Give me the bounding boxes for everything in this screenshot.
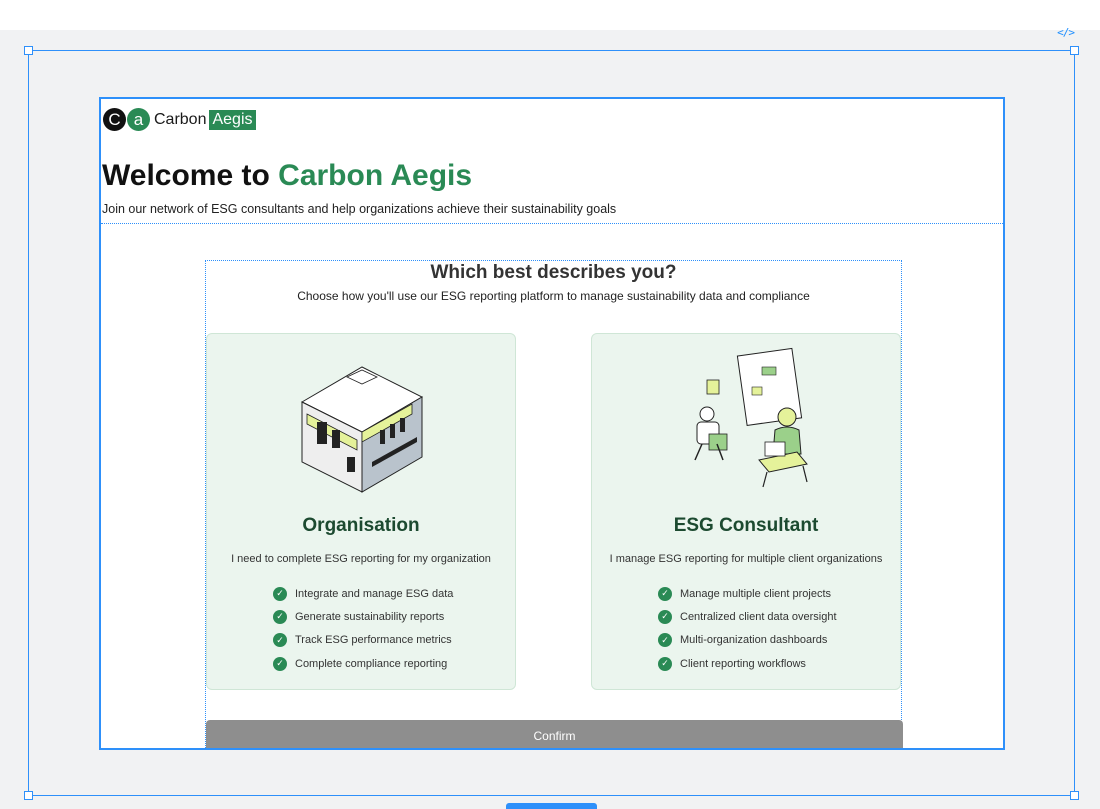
logo-carbon-text: Carbon (154, 110, 207, 128)
logo-a-mark: a (127, 108, 150, 131)
feature-list: ✓ Manage multiple client projects ✓ Centra… (592, 582, 900, 675)
feature-label: Centralized client data oversight (680, 610, 837, 623)
feature-label: Multi-organization dashboards (680, 634, 828, 647)
page-canvas: C a Carbon Aegis Welcome to Carbon Aegis… (99, 97, 1005, 750)
check-circle-icon: ✓ (273, 633, 287, 648)
page-title: Welcome to Carbon Aegis (102, 159, 472, 193)
feature-item: ✓ Track ESG performance metrics (207, 629, 515, 652)
welcome-header: C a Carbon Aegis Welcome to Carbon Aegis… (101, 99, 1003, 224)
feature-label: Complete compliance reporting (295, 657, 448, 670)
organisation-card[interactable]: Organisation I need to complete ESG repo… (206, 333, 516, 690)
check-circle-icon: ✓ (658, 609, 672, 624)
role-selector: Which best describes you? Choose how you… (205, 260, 903, 748)
resize-handle-bottom-right[interactable] (1070, 791, 1079, 800)
question-subtitle: Choose how you'll use our ESG reporting … (297, 289, 810, 303)
frame-label-tab[interactable] (506, 803, 597, 809)
check-circle-icon: ✓ (658, 633, 672, 648)
resize-handle-top-right[interactable] (1070, 46, 1079, 55)
feature-item: ✓ Manage multiple client projects (592, 582, 900, 605)
esg-consultant-card[interactable]: ESG Consultant I manage ESG reporting fo… (591, 333, 901, 690)
resize-handle-bottom-left[interactable] (24, 791, 33, 800)
resize-handle-top-left[interactable] (24, 46, 33, 55)
logo-aegis-text: Aegis (209, 109, 256, 130)
building-illustration (300, 366, 424, 493)
logo-c-mark: C (103, 108, 126, 131)
feature-label: Track ESG performance metrics (295, 634, 452, 647)
check-circle-icon: ✓ (658, 586, 672, 601)
feature-item: ✓ Complete compliance reporting (207, 652, 515, 675)
top-strip (0, 0, 1100, 30)
confirm-button[interactable]: Confirm (206, 720, 903, 748)
check-circle-icon: ✓ (273, 656, 287, 671)
feature-item: ✓ Integrate and manage ESG data (207, 582, 515, 605)
logo: C a Carbon Aegis (103, 108, 256, 131)
feature-item: ✓ Generate sustainability reports (207, 605, 515, 628)
check-circle-icon: ✓ (658, 656, 672, 671)
feature-label: Integrate and manage ESG data (295, 587, 454, 600)
feature-label: Client reporting workflows (680, 657, 806, 670)
card-title: Organisation (302, 515, 420, 536)
feature-item: ✓ Centralized client data oversight (592, 605, 900, 628)
title-prefix: Welcome to (102, 159, 279, 192)
page-subtitle: Join our network of ESG consultants and … (102, 202, 617, 216)
check-circle-icon: ✓ (273, 609, 287, 624)
feature-list: ✓ Integrate and manage ESG data ✓ Generate… (207, 582, 515, 675)
feature-label: Manage multiple client projects (680, 587, 832, 600)
card-description: I need to complete ESG reporting for my … (231, 553, 491, 565)
feature-item: ✓ Multi-organization dashboards (592, 629, 900, 652)
title-brand: Carbon Aegis (278, 159, 473, 192)
feature-label: Generate sustainability reports (295, 610, 445, 623)
code-view-icon[interactable]: </> (1057, 26, 1075, 39)
question-title: Which best describes you? (430, 262, 677, 283)
feature-item: ✓ Client reporting workflows (592, 652, 900, 675)
card-description: I manage ESG reporting for multiple clie… (609, 553, 883, 565)
consultant-illustration (694, 347, 808, 488)
check-circle-icon: ✓ (273, 586, 287, 601)
card-title: ESG Consultant (673, 515, 819, 536)
